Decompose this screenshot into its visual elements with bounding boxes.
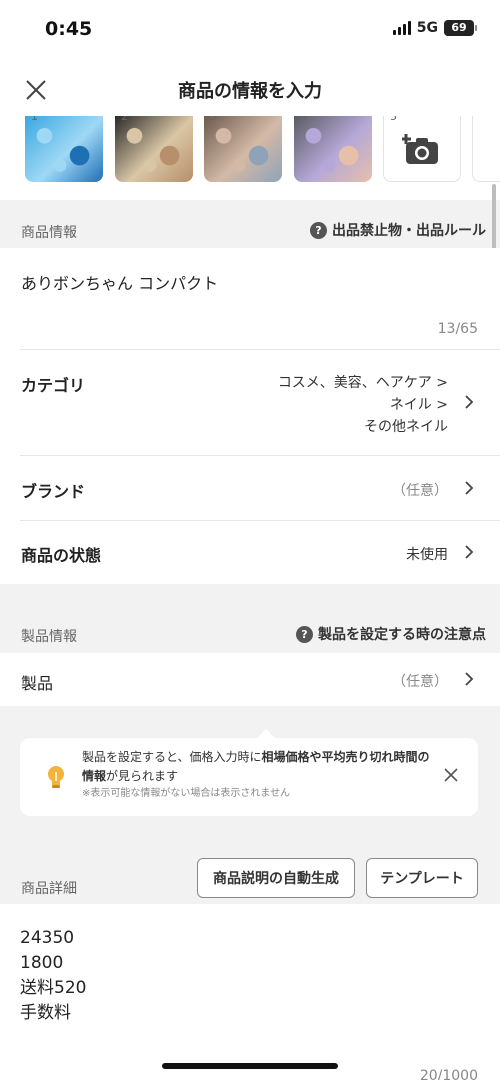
page-title: 商品の情報を入力 [178, 81, 322, 102]
help-icon: ? [296, 625, 313, 643]
tip-message: 製品を設定すると、価格入力時に相場価格や平均売り切れ時間の情報が見られます ※表… [82, 748, 432, 802]
product-info-header: 商品情報 ? 出品禁止物・出品ルール [0, 204, 500, 252]
tip-text-start: 製品を設定すると、価格入力時に [82, 750, 262, 764]
product-info-panel: ありボンちゃん コンパクト 13/65 カテゴリ コスメ、美容、ヘアケア > ネ… [0, 248, 500, 584]
photo-thumbnail[interactable]: 2 [115, 116, 193, 182]
chevron-right-icon [465, 395, 474, 409]
signal-icon [392, 21, 411, 35]
template-button[interactable]: テンプレート [366, 858, 478, 898]
condition-value: 未使用 [406, 547, 448, 563]
help-link-label: 出品禁止物・出品ルール [332, 223, 486, 239]
product-tip-card: 製品を設定すると、価格入力時に相場価格や平均売り切れ時間の情報が見られます ※表… [20, 729, 478, 816]
home-indicator [162, 1063, 338, 1069]
item-title-input[interactable]: ありボンちゃん コンパクト [21, 270, 218, 294]
product-row[interactable]: 製品 （任意） [0, 653, 500, 706]
brand-label: ブランド [21, 482, 86, 501]
condition-row[interactable]: 商品の状態 未使用 [0, 521, 500, 584]
status-bar: 0:45 5G 69 [0, 0, 500, 64]
help-link-label: 製品を設定する時の注意点 [318, 627, 486, 643]
category-row[interactable]: カテゴリ コスメ、美容、ヘアケア > ネイル > その他ネイル [0, 350, 500, 454]
photo-thumbnail[interactable]: 4 [294, 116, 372, 182]
product-notes-link[interactable]: ? 製品を設定する時の注意点 [296, 624, 486, 644]
brand-value: （任意） [392, 483, 448, 499]
section-label: 商品情報 [21, 225, 77, 241]
section-label: 製品情報 [21, 629, 77, 645]
description-input[interactable]: 24350 1800 送料520 手数料 [20, 926, 86, 1026]
description-char-counter: 20/1000 [419, 1068, 478, 1080]
product-spec-panel: 製品 （任意） [0, 653, 500, 706]
tip-note: ※表示可能な情報がない場合は表示されません [82, 788, 291, 799]
network-type: 5G [416, 20, 438, 36]
add-photo-button[interactable]: 5 [383, 116, 461, 182]
category-level-3: その他ネイル [364, 419, 448, 435]
photo-number: 4 [300, 116, 307, 123]
auto-generate-description-button[interactable]: 商品説明の自動生成 [197, 858, 355, 898]
section-label: 商品詳細 [21, 881, 77, 897]
tip-text-end: が見られます [106, 769, 179, 783]
tip-pointer [256, 729, 276, 739]
photo-number: 3 [210, 116, 217, 123]
category-level-1: コスメ、美容、ヘアケア > [277, 375, 448, 391]
brand-row[interactable]: ブランド （任意） [0, 456, 500, 520]
lightbulb-icon [48, 766, 64, 788]
photo-thumbnail[interactable]: 3 [204, 116, 282, 182]
description-panel: 24350 1800 送料520 手数料 20/1000 [0, 904, 500, 1080]
category-level-2: ネイル > [389, 397, 448, 413]
category-label: カテゴリ [21, 376, 86, 395]
photo-number: 2 [121, 116, 128, 123]
chevron-right-icon [465, 545, 474, 559]
help-icon: ? [310, 221, 327, 239]
product-value: （任意） [392, 674, 448, 690]
nav-bar: 商品の情報を入力 [0, 64, 500, 116]
camera-plus-icon [402, 133, 438, 164]
condition-label: 商品の状態 [21, 546, 102, 565]
prohibited-items-link[interactable]: ? 出品禁止物・出品ルール [310, 220, 486, 240]
category-path: コスメ、美容、ヘアケア > ネイル > その他ネイル [278, 372, 448, 438]
product-spec-header: 製品情報 ? 製品を設定する時の注意点 [0, 608, 500, 656]
photo-thumbnail[interactable]: 1 [25, 116, 103, 182]
chevron-right-icon [465, 672, 474, 686]
photo-slot-number: 5 [390, 116, 397, 123]
close-icon[interactable] [444, 768, 458, 782]
title-char-counter: 13/65 [437, 321, 478, 337]
chevron-right-icon [465, 481, 474, 495]
status-time: 0:45 [45, 18, 93, 40]
status-indicators: 5G 69 [392, 20, 477, 36]
battery-icon: 69 [444, 20, 477, 36]
photo-number: 1 [31, 116, 38, 123]
product-label: 製品 [21, 674, 54, 693]
photo-strip[interactable]: 1 2 3 4 5 [0, 116, 500, 200]
next-photo-slot[interactable] [472, 116, 500, 182]
